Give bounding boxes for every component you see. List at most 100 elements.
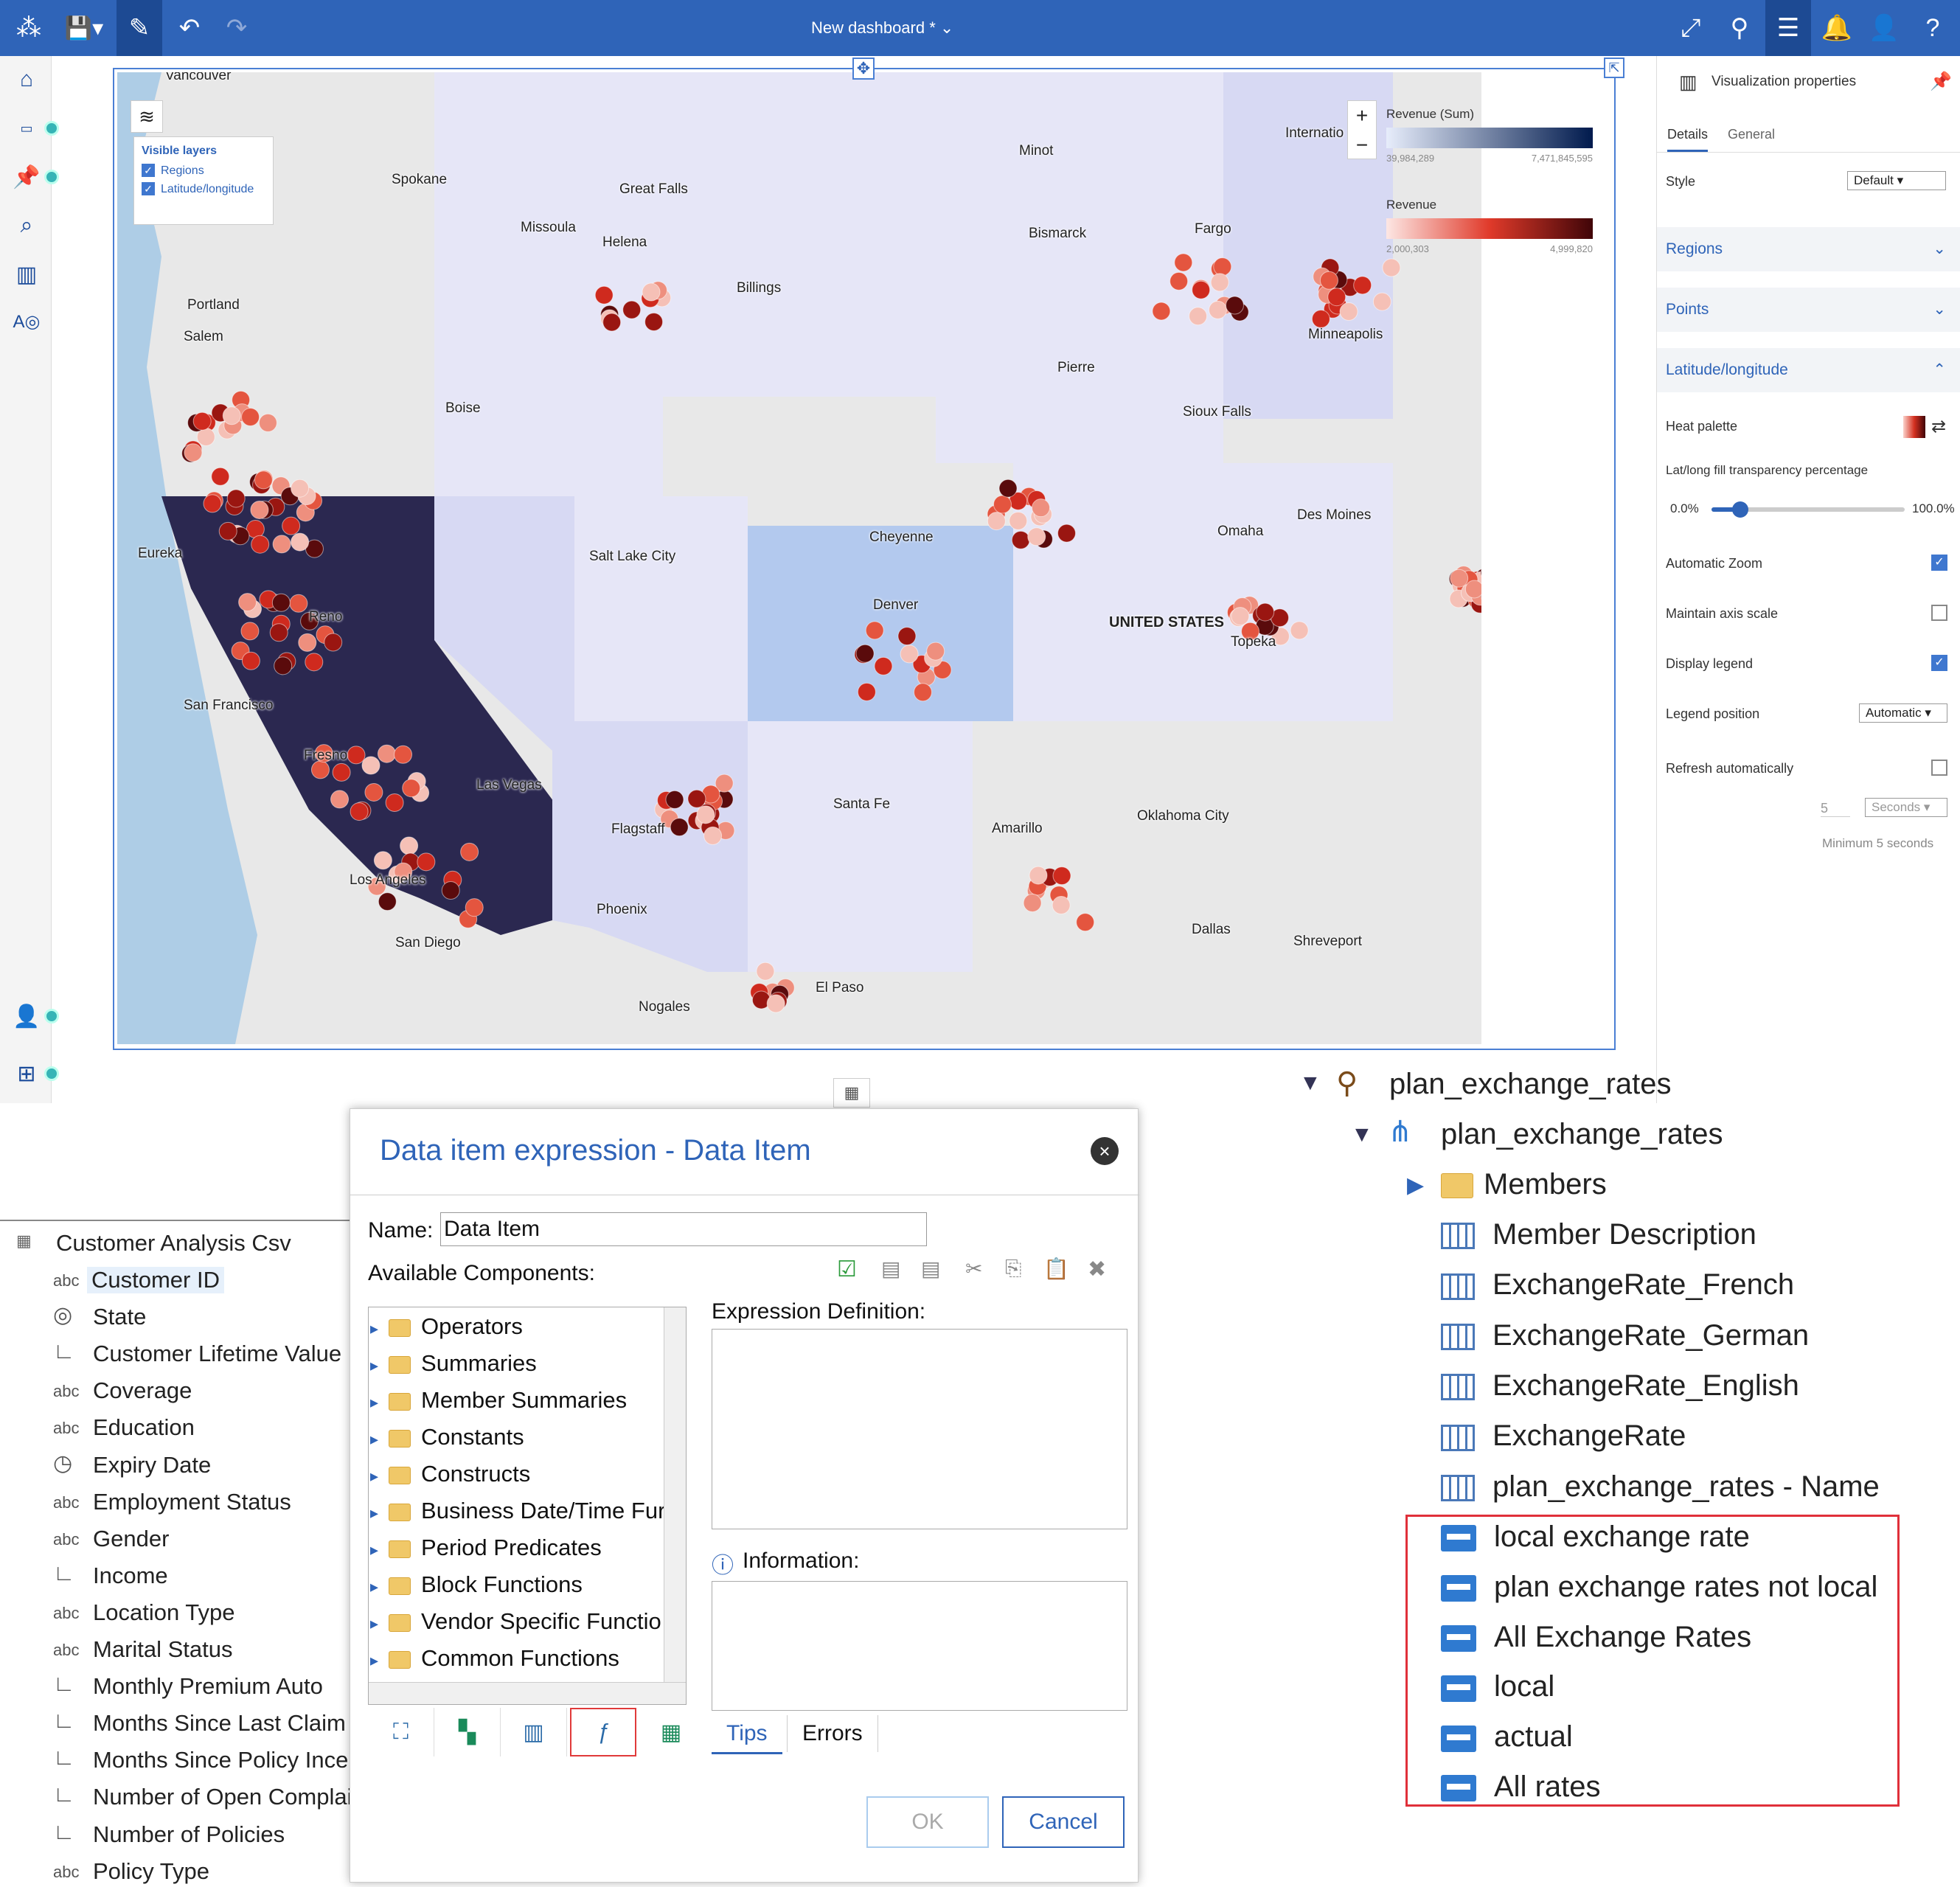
tree-item[interactable]: Policy Type (93, 1858, 209, 1885)
cancel-button[interactable]: Cancel (1002, 1796, 1125, 1848)
component-item[interactable]: ▸ Member Summaries (370, 1387, 627, 1414)
component-item[interactable]: ▸ Summaries (370, 1350, 537, 1377)
data-point-marker[interactable] (1052, 896, 1071, 915)
data-point-marker[interactable] (251, 535, 270, 554)
tree-item[interactable]: Customer ID (87, 1267, 224, 1293)
tree-item[interactable]: Expiry Date (93, 1452, 211, 1478)
expand-arrow-icon[interactable]: ▶ (1407, 1172, 1424, 1198)
tab-errors[interactable]: Errors (787, 1715, 878, 1752)
members-node[interactable]: Members (1441, 1168, 1607, 1201)
data-icon[interactable]: ▭ (10, 112, 43, 145)
component-item[interactable]: ▸ Common Functions (370, 1645, 619, 1672)
data-point-marker[interactable] (417, 852, 436, 872)
data-point-marker[interactable] (1256, 602, 1275, 622)
data-point-marker[interactable] (665, 790, 684, 809)
checkbox-icon[interactable]: ✓ (142, 164, 155, 177)
data-point-marker[interactable] (211, 467, 230, 486)
data-point-marker[interactable] (192, 411, 212, 431)
data-point-marker[interactable] (441, 881, 460, 900)
data-point-marker[interactable] (1464, 580, 1481, 599)
tab-details[interactable]: Details (1667, 127, 1709, 152)
notification-icon[interactable]: 🔔 (1818, 0, 1855, 56)
data-point-marker[interactable] (1319, 271, 1338, 290)
account-icon[interactable]: 👤 (10, 1000, 43, 1032)
data-point-marker[interactable] (642, 282, 661, 302)
data-point-marker[interactable] (291, 479, 310, 498)
data-point-marker[interactable] (254, 470, 273, 490)
undo-icon[interactable]: ↶ (171, 0, 208, 56)
zoom-out-button[interactable]: − (1348, 131, 1376, 160)
tree-item[interactable]: Gender (93, 1526, 169, 1552)
data-point-marker[interactable] (897, 627, 917, 646)
legend-position-select[interactable]: Automatic ▾ (1859, 703, 1947, 723)
data-point-marker[interactable] (1327, 288, 1346, 307)
component-item[interactable]: ▸ Block Functions (370, 1571, 583, 1598)
data-point-marker[interactable] (1032, 498, 1051, 518)
data-point-marker[interactable] (1208, 300, 1227, 319)
data-point-marker[interactable] (347, 746, 366, 765)
component-item[interactable]: ▸ Constructs (370, 1461, 530, 1487)
hierarchy-label[interactable]: plan_exchange_rates (1441, 1118, 1723, 1151)
vertical-scrollbar[interactable] (664, 1307, 686, 1704)
data-point-marker[interactable] (271, 593, 291, 612)
zoom-in-button[interactable]: + (1348, 101, 1376, 131)
edit-icon[interactable]: ✎ (117, 0, 162, 56)
redo-icon[interactable]: ↷ (218, 0, 255, 56)
data-point-marker[interactable] (1029, 866, 1048, 885)
component-item[interactable]: ▸ Constants (370, 1424, 524, 1450)
data-point-marker[interactable] (766, 994, 785, 1013)
validate-icon[interactable]: ☑ (837, 1257, 857, 1282)
data-point-marker[interactable] (250, 500, 269, 519)
data-point-marker[interactable] (240, 622, 260, 641)
data-point-marker[interactable] (218, 521, 237, 541)
collapse-arrow-icon[interactable]: ▼ (1299, 1071, 1321, 1096)
dashboard-title[interactable]: New dashboard * ⌄ (811, 0, 953, 56)
cut-icon[interactable]: ✂ (965, 1257, 982, 1281)
section-regions[interactable]: Regions ⌄ (1657, 227, 1960, 271)
data-point-marker[interactable] (1213, 257, 1232, 277)
component-item[interactable]: ▸ Business Date/Time Fur (370, 1498, 665, 1524)
section-latlong[interactable]: Latitude/longitude ⌃ (1657, 348, 1960, 392)
tree-item[interactable]: Months Since Policy Incep (93, 1747, 361, 1773)
data-point-marker[interactable] (602, 313, 622, 332)
data-point-marker[interactable] (350, 802, 369, 821)
name-input[interactable]: Data Item (440, 1212, 927, 1246)
data-point-marker[interactable] (900, 644, 919, 664)
horizontal-scrollbar[interactable] (369, 1682, 686, 1704)
section-points[interactable]: Points ⌄ (1657, 288, 1960, 332)
data-point-marker[interactable] (756, 962, 775, 981)
data-point-marker[interactable] (998, 479, 1018, 498)
data-point-marker[interactable] (594, 285, 614, 305)
refresh-unit-select[interactable]: Seconds ▾ (1865, 798, 1947, 817)
data-point-marker[interactable] (402, 779, 421, 798)
data-point-marker[interactable] (1353, 276, 1372, 295)
data-point-marker[interactable] (460, 842, 479, 861)
tree-item[interactable]: Number of Policies (93, 1821, 285, 1848)
data-point-marker[interactable] (465, 898, 484, 917)
delete-icon[interactable]: ✖ (1088, 1257, 1106, 1282)
data-point-marker[interactable] (1152, 302, 1171, 321)
data-point-marker[interactable] (298, 633, 317, 652)
tree-item[interactable]: State (93, 1304, 146, 1330)
display-legend-checkbox[interactable]: ✓ (1931, 655, 1947, 671)
data-point-marker[interactable] (274, 656, 293, 675)
tree-item[interactable]: Education (93, 1414, 195, 1441)
insert-alt-icon[interactable]: ▤ (921, 1257, 940, 1281)
pin-icon[interactable]: 📌 (10, 161, 43, 193)
help-icon[interactable]: ? (1914, 0, 1951, 56)
focus-icon[interactable]: ⇱ (1604, 58, 1624, 78)
query-items-tab-icon[interactable]: ▥ (501, 1708, 567, 1756)
text-shapes-icon[interactable]: A◎ (10, 305, 43, 338)
data-point-marker[interactable] (1076, 913, 1095, 932)
data-point-marker[interactable] (1225, 296, 1244, 315)
data-point-marker[interactable] (687, 789, 706, 808)
tree-item[interactable]: Employment Status (93, 1489, 291, 1515)
close-icon[interactable]: × (1091, 1137, 1119, 1165)
swap-icon[interactable]: ⇄ (1931, 416, 1946, 437)
data-point-marker[interactable] (377, 744, 396, 763)
tree-item[interactable]: Customer Lifetime Value (93, 1341, 341, 1367)
component-item[interactable]: ▸ Vendor Specific Functio (370, 1608, 661, 1635)
add-icon[interactable]: ⊞ (10, 1057, 43, 1090)
data-point-marker[interactable] (855, 644, 875, 663)
refresh-interval-input[interactable]: 5 (1821, 801, 1850, 817)
